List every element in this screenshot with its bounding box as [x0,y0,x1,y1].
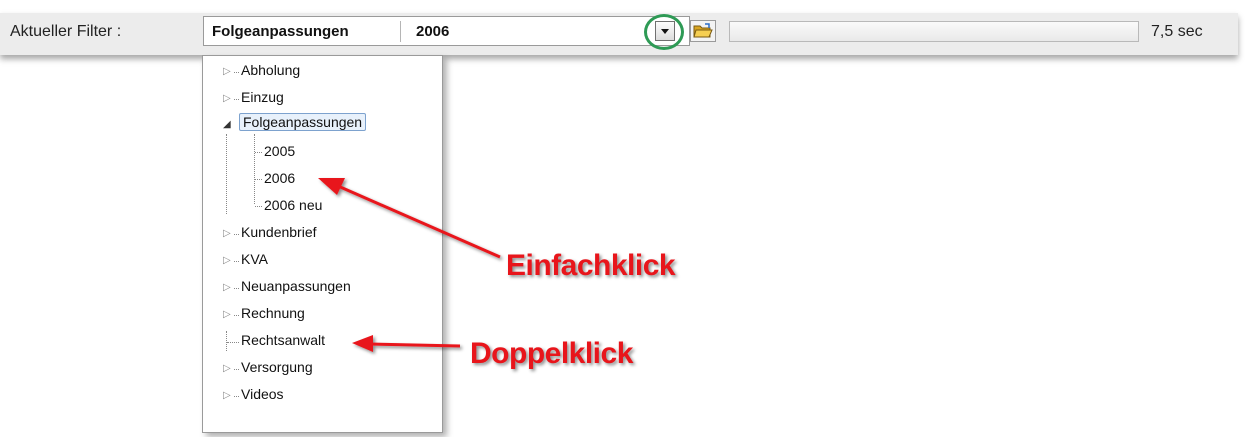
double-click-annotation: Doppelklick [470,337,633,370]
single-click-annotation: Einfachklick [506,249,676,282]
annotation-arrows [318,178,501,352]
